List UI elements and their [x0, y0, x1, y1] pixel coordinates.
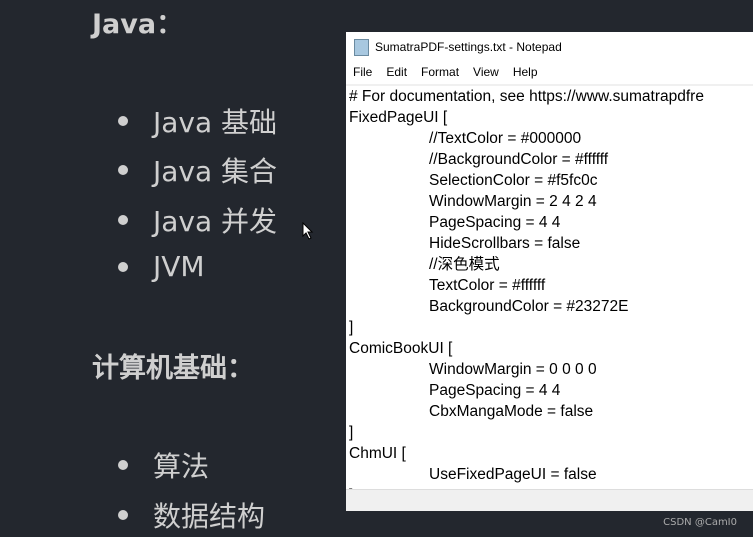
text-line: # For documentation, see https://www.sum…	[349, 88, 704, 105]
menu-item[interactable]: Format	[421, 65, 459, 79]
text-line: FixedPageUI [	[349, 109, 448, 126]
list-item-text: 数据结构	[153, 500, 266, 533]
list-item-text: Java 并发	[153, 205, 278, 238]
text-editor[interactable]: # For documentation, see https://www.sum…	[346, 84, 753, 490]
text-line: BackgroundColor = #23272E	[429, 298, 629, 315]
list-item: 数据结构	[118, 495, 265, 535]
text-line: //TextColor = #000000	[429, 130, 582, 147]
menu-item[interactable]: File	[353, 65, 372, 79]
text-line: UseFixedPageUI = false	[429, 466, 597, 483]
list-item: JVM	[118, 250, 205, 283]
text-line: ]	[349, 424, 354, 441]
text-line: PageSpacing = 4 4	[429, 382, 561, 399]
menu-item[interactable]: Edit	[386, 65, 407, 79]
bullet-icon	[118, 165, 128, 175]
text-line: PageSpacing = 4 4	[429, 214, 561, 231]
heading-cs-basics: 计算机基础：	[92, 353, 254, 384]
menu-item[interactable]: Help	[513, 65, 538, 79]
list-item-text: Java 集合	[153, 155, 278, 188]
title-bar[interactable]: SumatraPDF-settings.txt - Notepad	[346, 32, 753, 62]
list-item-text: JVM	[153, 250, 205, 283]
notepad-icon	[354, 38, 369, 56]
text-line: TextColor = #ffffff	[429, 277, 546, 294]
menu-bar: File Edit Format View Help	[346, 62, 753, 82]
text-line: CbxMangaMode = false	[429, 403, 594, 420]
menu-item[interactable]: View	[473, 65, 499, 79]
text-line: ]	[349, 319, 354, 336]
watermark: CSDN @CamI0	[663, 517, 737, 528]
notepad-window: SumatraPDF-settings.txt - Notepad File Ed…	[346, 32, 753, 511]
text-line: //BackgroundColor = #ffffff	[429, 151, 609, 168]
bullet-icon	[118, 116, 128, 126]
list-item-text: 算法	[153, 450, 210, 483]
text-line: SelectionColor = #f5fc0c	[429, 172, 598, 189]
list-item: 算法	[118, 445, 209, 485]
bullet-icon	[118, 215, 128, 225]
list-item-text: Java 基础	[153, 106, 278, 139]
list-item: Java 集合	[118, 150, 277, 190]
text-line: WindowMargin = 2 4 2 4	[429, 193, 597, 210]
text-line: WindowMargin = 0 0 0 0	[429, 361, 597, 378]
status-bar	[346, 489, 753, 511]
text-line: ChmUI [	[349, 445, 406, 462]
heading-java: Java：	[92, 9, 184, 40]
bullet-icon	[118, 510, 128, 520]
bullet-icon	[118, 261, 128, 272]
window-title: SumatraPDF-settings.txt - Notepad	[375, 40, 562, 54]
text-line: //深色模式	[429, 256, 500, 273]
text-line: HideScrollbars = false	[429, 235, 581, 252]
bullet-icon	[118, 460, 128, 470]
text-line: ComicBookUI [	[349, 340, 453, 357]
list-item: Java 并发	[118, 200, 277, 240]
list-item: Java 基础	[118, 101, 277, 141]
mouse-cursor-icon	[302, 222, 314, 240]
